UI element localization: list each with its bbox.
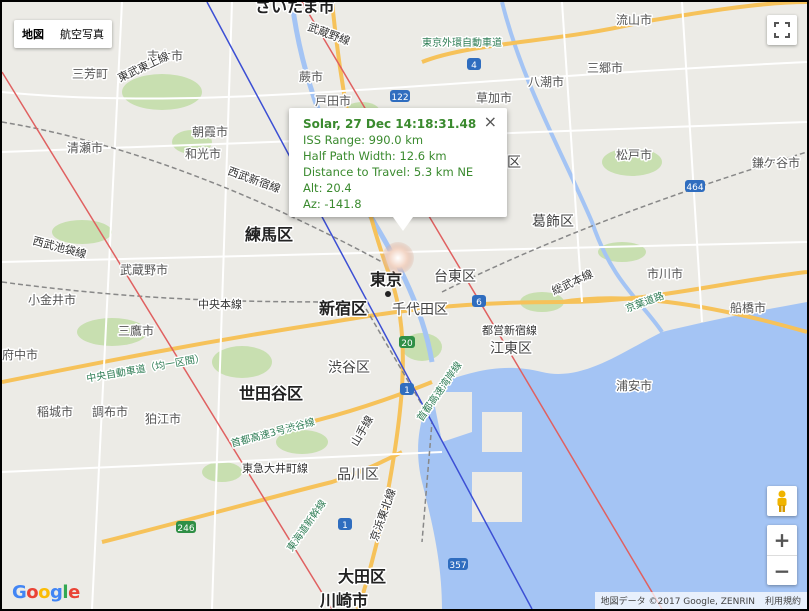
- pegman-icon: [777, 490, 787, 512]
- svg-text:戸田市: 戸田市: [315, 93, 351, 108]
- sun-marker-icon[interactable]: [382, 242, 414, 274]
- svg-text:357: 357: [449, 561, 466, 571]
- svg-text:練馬区: 練馬区: [245, 225, 293, 244]
- map-type-map-button[interactable]: 地図: [14, 20, 52, 48]
- popup-line: Az: -141.8: [303, 197, 362, 211]
- fullscreen-icon: [774, 22, 790, 38]
- fullscreen-button[interactable]: [767, 15, 797, 45]
- popup-title: Solar, 27 Dec 14:18:31.48: [303, 117, 477, 131]
- map-frame[interactable]: 122 4 464 6 20 1 1 246 357 さいたま市 志木市 三芳町…: [2, 2, 807, 609]
- svg-text:清瀬市: 清瀬市: [67, 140, 103, 155]
- svg-text:東京外環自動車道: 東京外環自動車道: [422, 36, 502, 49]
- svg-text:台東区: 台東区: [434, 269, 476, 285]
- svg-text:三鷹市: 三鷹市: [118, 323, 154, 338]
- svg-text:1: 1: [404, 386, 410, 396]
- terms-link[interactable]: 利用規約: [765, 594, 801, 607]
- svg-text:122: 122: [391, 93, 408, 103]
- info-popup: Solar, 27 Dec 14:18:31.48 ISS Range: 990…: [289, 108, 507, 231]
- svg-text:都営新宿線: 都営新宿線: [482, 323, 537, 337]
- svg-text:品川区: 品川区: [337, 467, 379, 483]
- svg-text:三芳町: 三芳町: [72, 67, 108, 81]
- station-dot-icon: [385, 291, 391, 297]
- svg-text:20: 20: [401, 339, 413, 349]
- popup-line: Half Path Width: 12.6 km: [303, 149, 447, 163]
- svg-text:江東区: 江東区: [490, 341, 532, 357]
- svg-text:東急大井町線: 東急大井町線: [242, 461, 308, 475]
- popup-line: Alt: 20.4: [303, 181, 352, 195]
- svg-text:和光市: 和光市: [185, 146, 221, 161]
- close-icon[interactable]: ×: [484, 114, 497, 130]
- svg-text:調布市: 調布市: [92, 404, 128, 419]
- popup-line: ISS Range: 990.0 km: [303, 133, 424, 147]
- svg-text:草加市: 草加市: [476, 90, 512, 105]
- svg-text:稲城市: 稲城市: [37, 404, 73, 419]
- svg-text:八潮市: 八潮市: [528, 74, 564, 89]
- svg-text:船橋市: 船橋市: [730, 300, 766, 315]
- svg-text:蕨市: 蕨市: [299, 69, 323, 84]
- svg-text:葛飾区: 葛飾区: [532, 214, 574, 230]
- svg-text:市川市: 市川市: [647, 266, 683, 281]
- popup-line: Distance to Travel: 5.3 km NE: [303, 165, 474, 179]
- zoom-out-button[interactable]: −: [767, 556, 797, 586]
- svg-text:鎌ケ谷市: 鎌ケ谷市: [752, 155, 800, 170]
- svg-text:さいたま市: さいたま市: [255, 2, 335, 16]
- street-view-button[interactable]: [767, 486, 797, 516]
- attribution-bar: 地図データ ©2017 Google, ZENRIN 利用規約: [594, 592, 807, 609]
- svg-text:千代田区: 千代田区: [392, 302, 448, 318]
- google-logo[interactable]: Google: [12, 582, 80, 603]
- logo-text: Google: [12, 582, 80, 603]
- svg-text:6: 6: [476, 298, 482, 308]
- svg-text:流山市: 流山市: [616, 12, 652, 27]
- svg-text:武蔵野市: 武蔵野市: [120, 262, 168, 277]
- svg-text:4: 4: [471, 61, 477, 71]
- svg-text:浦安市: 浦安市: [616, 378, 652, 393]
- svg-text:松戸市: 松戸市: [616, 147, 652, 162]
- zoom-in-button[interactable]: +: [767, 525, 797, 555]
- svg-text:狛江市: 狛江市: [145, 411, 181, 426]
- svg-text:新宿区: 新宿区: [319, 299, 367, 318]
- svg-text:渋谷区: 渋谷区: [328, 360, 370, 376]
- svg-text:大田区: 大田区: [338, 567, 386, 586]
- svg-text:小金井市: 小金井市: [28, 292, 76, 307]
- svg-text:1: 1: [342, 521, 348, 531]
- svg-text:246: 246: [177, 524, 194, 534]
- svg-text:府中市: 府中市: [2, 347, 38, 362]
- svg-text:三郷市: 三郷市: [587, 60, 623, 75]
- map-type-satellite-button[interactable]: 航空写真: [52, 20, 112, 48]
- svg-text:464: 464: [686, 183, 703, 193]
- svg-text:中央本線: 中央本線: [198, 297, 242, 311]
- zoom-control: + −: [767, 525, 797, 585]
- svg-text:川崎市: 川崎市: [319, 591, 368, 609]
- map-type-control: 地図 航空写真: [14, 20, 112, 48]
- map-canvas[interactable]: 122 4 464 6 20 1 1 246 357 さいたま市 志木市 三芳町…: [2, 2, 807, 609]
- svg-text:区: 区: [507, 155, 521, 171]
- svg-text:朝霞市: 朝霞市: [192, 124, 228, 139]
- map-data-attribution: 地図データ ©2017 Google, ZENRIN: [600, 597, 755, 607]
- svg-text:世田谷区: 世田谷区: [239, 384, 303, 403]
